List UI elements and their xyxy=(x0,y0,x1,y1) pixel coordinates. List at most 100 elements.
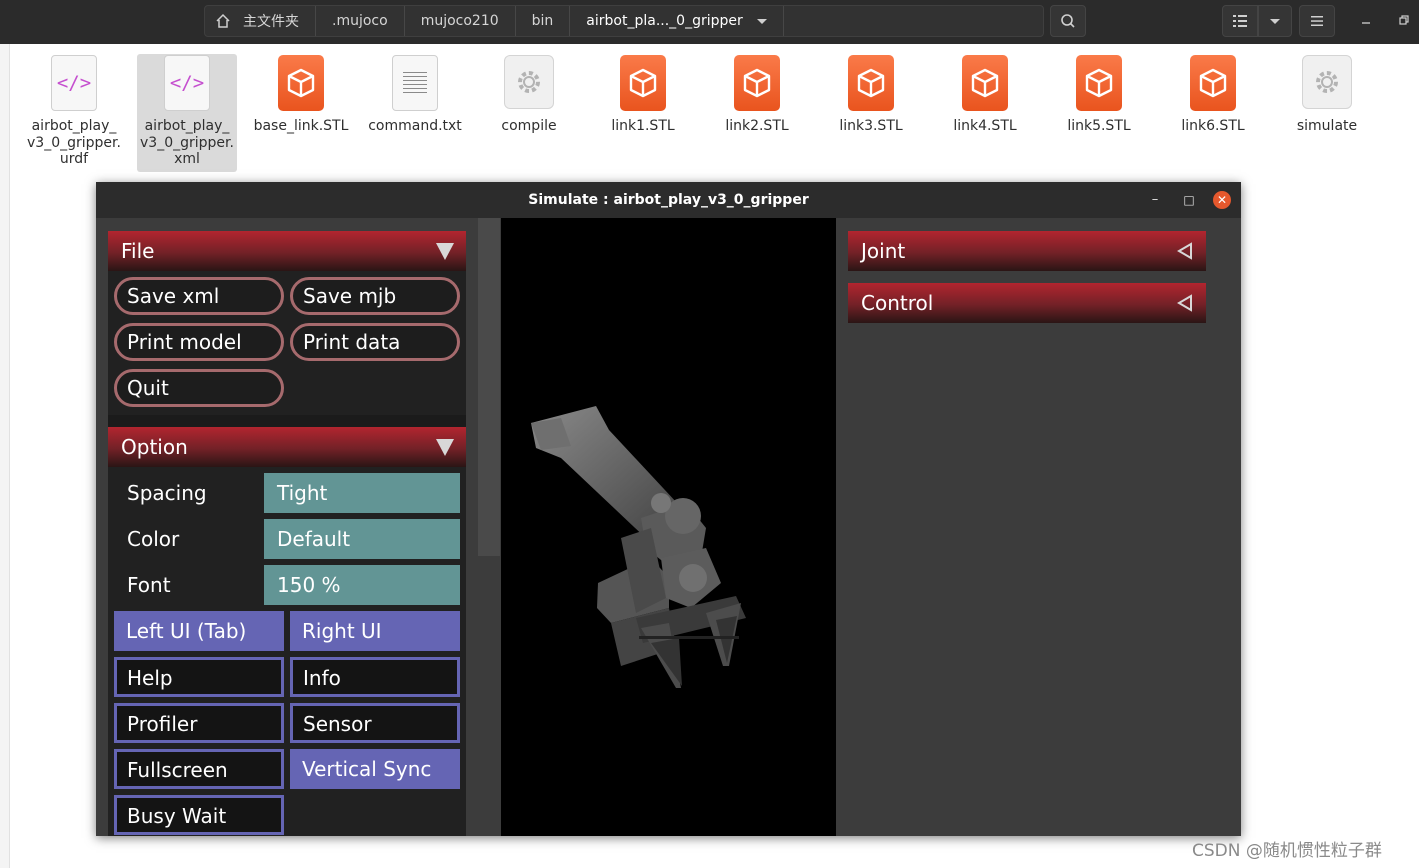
sidebar-edge xyxy=(0,44,10,868)
close-icon[interactable]: ✕ xyxy=(1213,191,1231,209)
fullscreen-toggle[interactable]: Fullscreen xyxy=(114,749,284,789)
code-file-icon: </> xyxy=(164,55,210,111)
file-section-header[interactable]: File xyxy=(108,231,466,271)
menu-button[interactable] xyxy=(1299,5,1335,37)
file-item[interactable] xyxy=(707,55,807,111)
expand-triangle-icon xyxy=(1177,294,1192,312)
3d-viewport[interactable] xyxy=(501,218,836,836)
file-section-body: Save xml Save mjb Print model Print data… xyxy=(108,271,466,415)
breadcrumb: 主文件夹 .mujoco mujoco210 bin airbot_pla...… xyxy=(204,5,1044,37)
section-title: Control xyxy=(861,291,934,315)
profiler-toggle[interactable]: Profiler xyxy=(114,703,284,743)
breadcrumb-mujoco210[interactable]: mujoco210 xyxy=(405,6,516,36)
watermark: CSDN @随机惯性粒子群 xyxy=(1192,841,1382,861)
breadcrumb-current[interactable]: airbot_pla..._0_gripper xyxy=(570,6,784,36)
joint-section-header[interactable]: Joint xyxy=(848,231,1206,271)
right-ui-toggle[interactable]: Right UI xyxy=(290,611,460,651)
print-data-button[interactable]: Print data xyxy=(290,323,460,361)
search-icon xyxy=(1061,14,1075,28)
color-select[interactable]: Default xyxy=(264,519,460,559)
file-name: link6.STL xyxy=(1181,118,1245,134)
sensor-toggle[interactable]: Sensor xyxy=(290,703,460,743)
stl-file-icon xyxy=(620,55,666,111)
collapse-triangle-icon xyxy=(436,439,454,456)
breadcrumb-label: airbot_pla..._0_gripper xyxy=(586,13,743,29)
section-title: Joint xyxy=(861,239,906,263)
file-manager-header: 主文件夹 .mujoco mujoco210 bin airbot_pla...… xyxy=(0,0,1419,44)
spacing-select[interactable]: Tight xyxy=(264,473,460,513)
file-item[interactable] xyxy=(1163,55,1263,111)
minimize-icon[interactable]: – xyxy=(1145,190,1165,210)
stl-file-icon xyxy=(1190,55,1236,111)
text-file-icon xyxy=(392,55,438,111)
breadcrumb-label: mujoco210 xyxy=(420,13,499,29)
save-xml-button[interactable]: Save xml xyxy=(114,277,284,315)
chevron-down-icon[interactable] xyxy=(756,18,767,24)
executable-icon xyxy=(1302,55,1352,109)
file-item[interactable]: </> xyxy=(24,55,124,111)
breadcrumb-bin[interactable]: bin xyxy=(516,6,571,36)
file-item[interactable] xyxy=(593,55,693,111)
stl-file-icon xyxy=(734,55,780,111)
left-ui-toggle[interactable]: Left UI (Tab) xyxy=(114,611,284,651)
minimize-icon[interactable] xyxy=(1360,14,1372,26)
maximize-icon[interactable]: □ xyxy=(1179,190,1199,210)
home-icon xyxy=(216,13,230,28)
file-item[interactable] xyxy=(1049,55,1149,111)
file-item[interactable] xyxy=(479,55,579,109)
control-section-header[interactable]: Control xyxy=(848,283,1206,323)
simulate-window: Simulate : airbot_play_v3_0_gripper – □ … xyxy=(96,182,1241,836)
option-section-body: Spacing Tight Color Default Font 150 % L… xyxy=(108,467,466,836)
stl-file-icon xyxy=(962,55,1008,111)
file-item[interactable] xyxy=(935,55,1035,111)
executable-icon xyxy=(504,55,554,109)
file-name: link1.STL xyxy=(611,118,675,134)
file-item[interactable] xyxy=(365,55,465,111)
option-section-header[interactable]: Option xyxy=(108,427,466,467)
quit-button[interactable]: Quit xyxy=(114,369,284,407)
file-name: airbot_play_ v3_0_gripper. xml xyxy=(140,118,234,167)
save-mjb-button[interactable]: Save mjb xyxy=(290,277,460,315)
file-item[interactable] xyxy=(251,55,351,111)
left-panel-scrollbar[interactable] xyxy=(478,218,500,556)
view-options-button[interactable] xyxy=(1258,5,1292,37)
info-toggle[interactable]: Info xyxy=(290,657,460,697)
file-name: link4.STL xyxy=(953,118,1017,134)
file-name: link5.STL xyxy=(1067,118,1131,134)
vertical-sync-toggle[interactable]: Vertical Sync xyxy=(290,749,460,789)
chevron-down-icon xyxy=(1270,18,1280,24)
file-name: compile xyxy=(501,118,557,134)
view-list-button[interactable] xyxy=(1222,5,1258,37)
breadcrumb-label: 主文件夹 xyxy=(243,14,299,30)
window-title[interactable]: Simulate : airbot_play_v3_0_gripper xyxy=(96,182,1241,218)
help-toggle[interactable]: Help xyxy=(114,657,284,697)
section-title: Option xyxy=(121,435,188,459)
busy-wait-toggle[interactable]: Busy Wait xyxy=(114,795,284,835)
file-item[interactable] xyxy=(1277,55,1377,109)
file-item[interactable]: </> xyxy=(137,55,237,111)
breadcrumb-label: bin xyxy=(531,13,554,29)
file-item[interactable] xyxy=(821,55,921,111)
spacing-label: Spacing xyxy=(127,481,207,505)
stl-file-icon xyxy=(278,55,324,111)
restore-icon[interactable] xyxy=(1398,14,1410,26)
breadcrumb-label: .mujoco xyxy=(332,13,388,29)
print-model-button[interactable]: Print model xyxy=(114,323,284,361)
stl-file-icon xyxy=(848,55,894,111)
hamburger-menu-icon xyxy=(1311,16,1323,26)
robot-arm-render xyxy=(531,406,746,688)
breadcrumb-home[interactable]: 主文件夹 xyxy=(205,6,316,36)
color-label: Color xyxy=(127,527,180,551)
collapse-triangle-icon xyxy=(436,243,454,260)
section-title: File xyxy=(121,239,155,263)
code-file-icon: </> xyxy=(51,55,97,111)
font-label: Font xyxy=(127,573,171,597)
breadcrumb-mujoco[interactable]: .mujoco xyxy=(316,6,405,36)
file-name: airbot_play_ v3_0_gripper. urdf xyxy=(27,118,121,167)
desktop: 主文件夹 .mujoco mujoco210 bin airbot_pla...… xyxy=(0,0,1419,868)
list-view-icon xyxy=(1233,15,1247,27)
file-name: link2.STL xyxy=(725,118,789,134)
search-button[interactable] xyxy=(1050,5,1086,37)
file-name: command.txt xyxy=(368,118,462,134)
font-select[interactable]: 150 % xyxy=(264,565,460,605)
